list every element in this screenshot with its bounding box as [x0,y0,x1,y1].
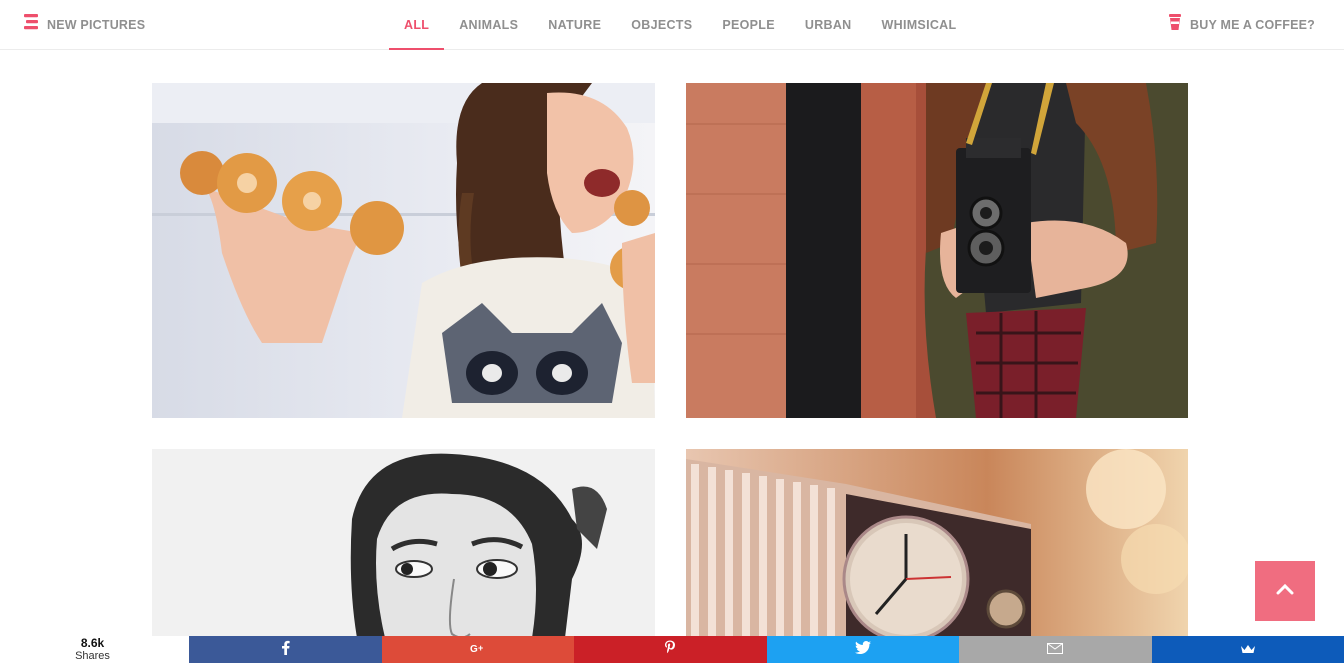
share-email-button[interactable] [959,636,1152,663]
crown-icon [1240,641,1256,659]
twitter-icon [854,640,871,659]
photo-donut-girl[interactable] [152,83,655,418]
share-count-label: Shares [75,650,110,662]
photo-retro-radio-clock[interactable] [686,449,1188,663]
coffee-cup-icon [1169,14,1182,35]
tab-whimsical[interactable]: WHIMSICAL [867,0,972,49]
photo-vintage-camera-image [686,83,1188,418]
google-plus-icon: G + [470,641,486,659]
svg-text:G: G [470,644,478,654]
new-pictures-link[interactable]: NEW PICTURES [24,14,145,35]
top-header: NEW PICTURES ALL ANIMALS NATURE OBJECTS … [0,0,1344,50]
photo-donut-girl-image [152,83,655,418]
share-bar: 8.6k Shares G + [0,636,1344,663]
share-count-value: 8.6k [80,636,105,650]
page: NEW PICTURES ALL ANIMALS NATURE OBJECTS … [0,0,1344,663]
photo-curious-woman-image [152,449,655,663]
chevron-up-icon [1276,582,1294,600]
share-sumome-button[interactable] [1151,636,1344,663]
share-pinterest-button[interactable] [574,636,767,663]
facebook-icon [281,640,290,660]
tab-all[interactable]: ALL [389,0,445,50]
email-icon [1047,641,1064,659]
buy-coffee-label: BUY ME A COFFEE? [1190,17,1315,32]
new-pictures-label: NEW PICTURES [47,17,146,32]
tab-people[interactable]: PEOPLE [707,0,790,49]
photo-retro-radio-clock-image [686,449,1188,663]
tab-urban[interactable]: URBAN [790,0,867,49]
stack-icon [24,14,38,35]
tab-nature[interactable]: NATURE [533,0,616,49]
back-to-top-button[interactable] [1255,561,1315,621]
category-nav: ALL ANIMALS NATURE OBJECTS PEOPLE URBAN … [389,0,971,50]
share-counter: 8.6k Shares [0,636,189,663]
share-google-plus-button[interactable]: G + [381,636,574,663]
photo-curious-woman[interactable] [152,449,655,663]
share-twitter-button[interactable] [766,636,959,663]
tab-objects[interactable]: OBJECTS [616,0,707,49]
buy-coffee-link[interactable]: BUY ME A COFFEE? [1169,14,1315,35]
pinterest-icon [664,640,676,660]
photo-vintage-camera[interactable] [686,83,1188,418]
svg-text:+: + [478,643,483,653]
tab-animals[interactable]: ANIMALS [444,0,533,49]
share-facebook-button[interactable] [189,636,382,663]
